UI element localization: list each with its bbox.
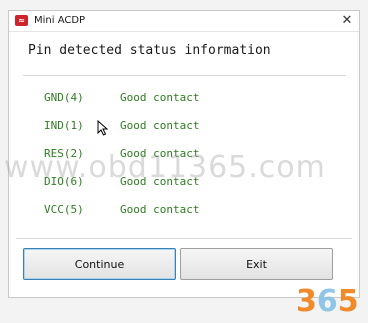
pin-label: VCC(5) xyxy=(44,203,84,216)
watermark-logo: 365 xyxy=(296,284,359,319)
watermark-text: www.obd11365.com xyxy=(4,150,326,185)
exit-button[interactable]: Exit xyxy=(180,248,333,280)
divider xyxy=(23,75,346,76)
pin-status: Good contact xyxy=(120,203,200,216)
pin-row-ind: IND(1) Good contact xyxy=(44,119,199,132)
dialog-heading: Pin detected status information xyxy=(28,43,271,58)
close-icon[interactable]: ✕ xyxy=(339,13,355,29)
button-divider xyxy=(16,238,352,239)
pin-status: Good contact xyxy=(120,119,200,132)
title-bar: ≈ Mini ACDP ✕ xyxy=(9,11,359,32)
pin-row-gnd: GND(4) Good contact xyxy=(44,91,199,104)
window-title: Mini ACDP xyxy=(34,15,86,26)
continue-button[interactable]: Continue xyxy=(23,248,176,280)
mouse-pointer-icon xyxy=(97,120,109,136)
pin-status: Good contact xyxy=(120,91,200,104)
pin-row-vcc: VCC(5) Good contact xyxy=(44,203,199,216)
pin-label: GND(4) xyxy=(44,91,84,104)
app-icon: ≈ xyxy=(15,15,28,26)
